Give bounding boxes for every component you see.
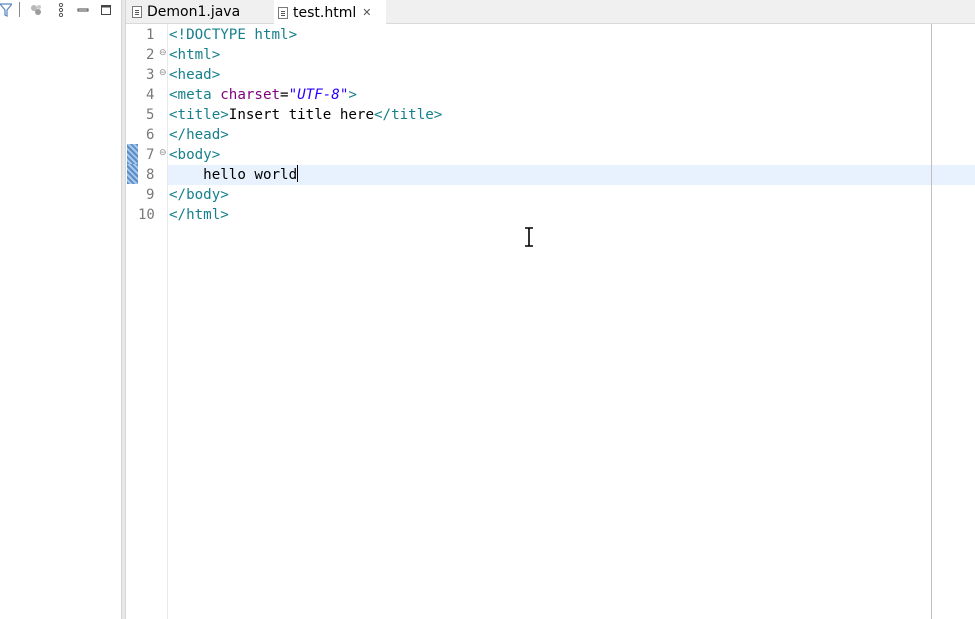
link-with-editor-icon[interactable]: [29, 2, 43, 18]
minimize-icon[interactable]: [76, 2, 90, 18]
code-line: <head>: [169, 67, 221, 83]
line-number: 4: [146, 87, 155, 103]
ibeam-cursor-icon: [524, 227, 534, 247]
code-line: <body>: [169, 147, 221, 163]
close-icon[interactable]: ✕: [362, 6, 371, 19]
line-number: 9: [146, 187, 155, 203]
code-line: <title>Insert title here</title>: [169, 107, 443, 123]
tab-label: Demon1.java: [147, 4, 241, 20]
line-number: 6: [146, 127, 155, 143]
view-toolbar: [0, 0, 121, 22]
view-menu-icon[interactable]: [54, 2, 68, 18]
toolbar-separator: [19, 2, 20, 17]
code-line: hello world: [169, 165, 299, 183]
tab-demon1-java[interactable]: Demon1.java: [132, 0, 272, 24]
quick-diff-ruler: [126, 24, 138, 619]
editor-tab-bar: Demon1.java test.html ✕: [126, 0, 975, 25]
text-caret: [297, 165, 299, 182]
code-line: </html>: [169, 207, 229, 223]
line-number: 8: [146, 167, 155, 183]
print-margin-line: [931, 24, 932, 619]
line-number: 5: [146, 107, 155, 123]
tab-label: test.html: [293, 4, 357, 21]
code-line: <meta charset="UTF-8">: [169, 87, 357, 103]
line-number: 7: [146, 147, 155, 163]
code-line: </body>: [169, 187, 229, 203]
code-text-area[interactable]: <!DOCTYPE html> <html> <head> <meta char…: [168, 24, 975, 619]
line-number: 2: [146, 47, 155, 63]
fold-collapse-icon[interactable]: ⊖: [159, 43, 167, 63]
code-line: <html>: [169, 47, 221, 63]
line-number: 3: [146, 67, 155, 83]
code-editor[interactable]: 1 2 3 4 5 6 7 8 9 10 ⊖ ⊖ ⊖ <!DOCTYPE htm…: [126, 24, 975, 619]
change-marker: [127, 164, 138, 184]
fold-collapse-icon[interactable]: ⊖: [159, 143, 167, 163]
code-line: </head>: [169, 127, 229, 143]
code-line: <!DOCTYPE html>: [169, 27, 298, 43]
left-view-panel: [0, 0, 121, 619]
maximize-icon[interactable]: [99, 2, 113, 18]
tab-test-html[interactable]: test.html ✕: [274, 0, 386, 25]
filter-icon[interactable]: [0, 2, 13, 18]
java-file-icon: [132, 6, 142, 18]
line-number-ruler: 1 2 3 4 5 6 7 8 9 10 ⊖ ⊖ ⊖: [138, 24, 168, 619]
line-number: 1: [146, 27, 155, 43]
fold-collapse-icon[interactable]: ⊖: [159, 63, 167, 83]
html-file-icon: [278, 6, 288, 19]
change-marker: [127, 144, 138, 164]
line-number: 10: [138, 207, 155, 223]
